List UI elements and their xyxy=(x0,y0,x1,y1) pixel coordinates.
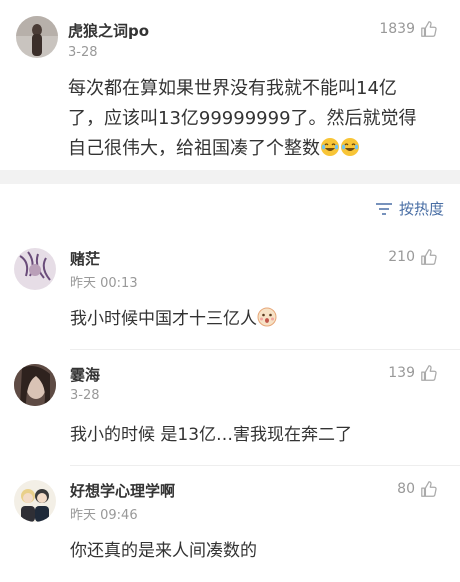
laughing-crying-emoji xyxy=(321,138,339,156)
reply-date: 3-28 xyxy=(70,388,100,403)
avatar[interactable] xyxy=(14,480,56,522)
thumbs-up-icon xyxy=(421,249,437,265)
reply-username[interactable]: 霎海 xyxy=(70,364,100,385)
reply-date: 昨天 00:13 xyxy=(70,276,138,291)
reply-item: 赌茫 昨天 00:13 210 我小时候中国才十三亿人 xyxy=(0,234,460,350)
reply-username[interactable]: 赌茫 xyxy=(70,248,100,269)
reply-like-button[interactable]: 210 xyxy=(388,248,438,266)
reply-like-button[interactable]: 80 xyxy=(397,480,438,498)
sort-button[interactable]: 按热度 xyxy=(375,198,444,219)
reply-item: 好想学心理学啊 昨天 09:46 80 你还真的是来人间凑数的 xyxy=(0,466,460,582)
reply-text: 我小时候中国才十三亿人 xyxy=(70,304,277,329)
post-like-button[interactable]: 1839 xyxy=(379,20,438,38)
post-text-content: 每次都在算如果世界没有我就不能叫14亿了，应该叫13亿99999999了。然后就… xyxy=(68,78,417,159)
thumbs-up-icon xyxy=(421,481,437,497)
sort-bar: 按热度 xyxy=(0,184,460,234)
reply-like-count: 80 xyxy=(397,481,415,497)
reply-text: 我小的时候 是13亿…害我现在奔二了 xyxy=(70,425,353,445)
surprised-face-emoji xyxy=(257,307,277,327)
post-text: 每次都在算如果世界没有我就不能叫14亿了，应该叫13亿99999999了。然后就… xyxy=(68,74,428,164)
reply-text: 你还真的是来人间凑数的 xyxy=(70,541,257,561)
reply-like-count: 139 xyxy=(388,365,415,381)
avatar[interactable] xyxy=(14,364,56,406)
section-divider xyxy=(0,170,460,184)
thumbs-up-icon xyxy=(421,365,437,381)
post-date: 3-28 xyxy=(68,45,98,60)
reply-username[interactable]: 好想学心理学啊 xyxy=(70,480,175,501)
thumbs-up-icon xyxy=(421,21,437,37)
reply-item: 霎海 3-28 139 我小的时候 是13亿…害我现在奔二了 xyxy=(0,350,460,466)
reply-like-count: 210 xyxy=(388,249,415,265)
avatar[interactable] xyxy=(16,16,58,58)
post-username[interactable]: 虎狼之词po xyxy=(68,20,149,41)
reply-text-content: 我小时候中国才十三亿人 xyxy=(70,309,257,329)
main-post: 虎狼之词po 3-28 1839 每次都在算如果世界没有我就不能叫14亿了，应该… xyxy=(0,0,460,170)
sort-label: 按热度 xyxy=(398,200,444,218)
reply-like-button[interactable]: 139 xyxy=(388,364,438,382)
sort-icon xyxy=(375,202,392,215)
avatar[interactable] xyxy=(14,248,56,290)
post-like-count: 1839 xyxy=(379,21,415,37)
laughing-crying-emoji xyxy=(341,138,359,156)
reply-date: 昨天 09:46 xyxy=(70,508,138,523)
